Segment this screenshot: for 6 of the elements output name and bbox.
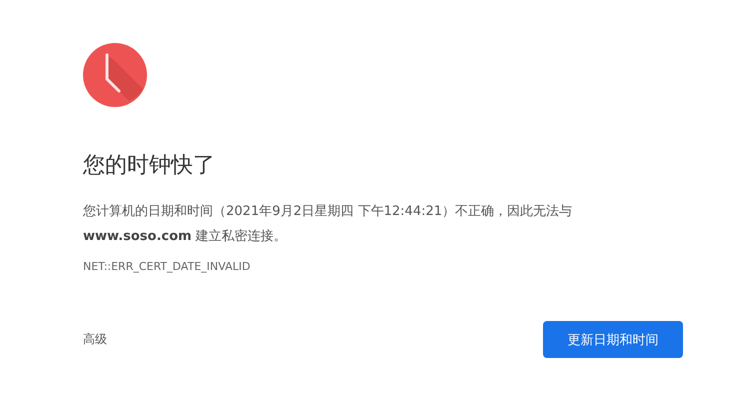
error-code: NET::ERR_CERT_DATE_INVALID — [83, 259, 252, 275]
error-message: 您计算机的日期和时间（2021年9月2日星期四 下午12:44:21）不正确，因此无法与 www.soso.com 建立私密连接。 — [83, 203, 574, 246]
advanced-link[interactable]: 高级 — [83, 331, 107, 348]
page-heading: 您的时钟快了 — [83, 152, 216, 180]
update-date-time-button[interactable]: 更新日期和时间 — [543, 321, 683, 358]
clock-icon — [83, 43, 147, 107]
